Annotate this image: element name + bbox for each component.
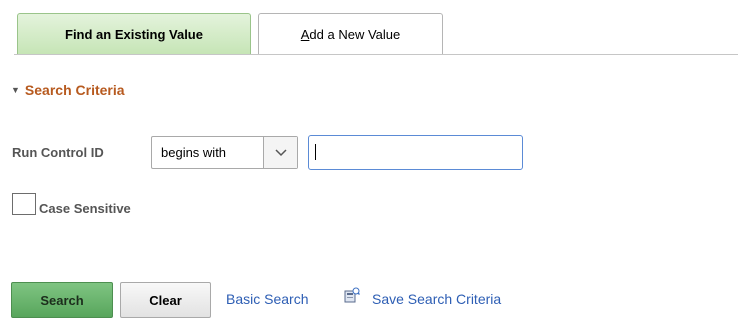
triangle-down-icon: ▼ — [11, 85, 20, 95]
case-sensitive-checkbox[interactable] — [12, 193, 36, 215]
tab-divider — [14, 54, 738, 55]
text-cursor — [315, 144, 316, 160]
search-button[interactable]: Search — [11, 282, 113, 318]
search-page: Find an Existing Value Add a New Value ▼… — [0, 0, 738, 320]
clear-button[interactable]: Clear — [120, 282, 211, 318]
tab-add-new-access-key: A — [300, 26, 310, 42]
basic-search-link[interactable]: Basic Search — [226, 291, 308, 307]
tab-add-new-label: dd a New Value — [309, 26, 401, 42]
save-search-criteria-link[interactable]: Save Search Criteria — [372, 291, 501, 307]
run-control-id-input[interactable] — [308, 135, 523, 170]
run-control-id-label: Run Control ID — [12, 145, 104, 160]
case-sensitive-label: Case Sensitive — [39, 201, 131, 216]
operator-select[interactable]: begins with — [151, 136, 298, 169]
tab-add-new-value[interactable]: Add a New Value — [258, 13, 443, 54]
operator-select-value: begins with — [161, 145, 227, 160]
save-search-icon[interactable] — [344, 287, 360, 303]
search-criteria-toggle[interactable]: ▼ Search Criteria — [11, 80, 125, 100]
tab-find-existing-value[interactable]: Find an Existing Value — [17, 13, 251, 54]
section-title: Search Criteria — [24, 82, 125, 98]
tab-find-existing-label: Find an Existing Value — [65, 26, 203, 42]
chevron-down-icon[interactable] — [263, 137, 297, 168]
